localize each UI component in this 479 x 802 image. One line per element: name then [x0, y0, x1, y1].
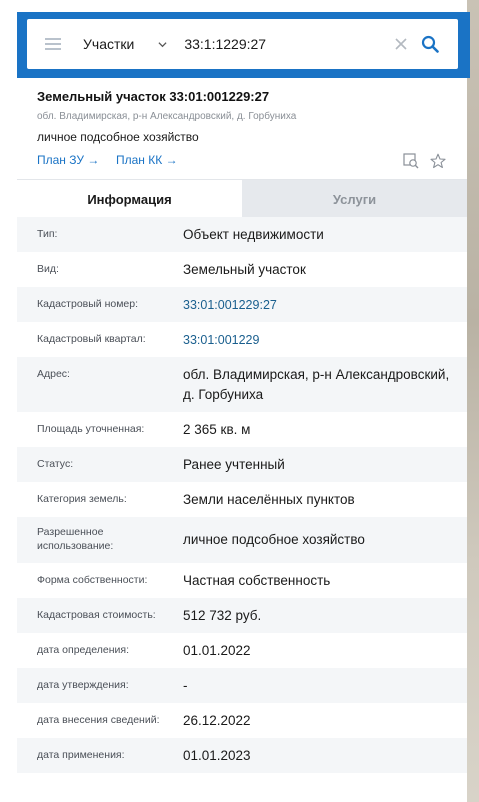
row-label: дата внесения сведений:	[37, 714, 160, 726]
row-value: 01.01.2022	[183, 643, 251, 658]
info-row-area: Площадь уточненная: 2 365 кв. м	[17, 412, 467, 447]
info-row-kind: Вид: Земельный участок	[17, 252, 467, 287]
info-row-cadastral-value: Кадастровая стоимость: 512 732 руб.	[17, 598, 467, 633]
row-value: 512 732 руб.	[183, 608, 262, 623]
info-table: Тип: Объект недвижимости Вид: Земельный …	[17, 217, 467, 773]
object-info-panel: Земельный участок 33:01:001229:27 обл. В…	[17, 78, 467, 802]
search-bar: Участки	[27, 19, 458, 69]
info-row-land-category: Категория земель: Земли населённых пункт…	[17, 482, 467, 517]
layer-select[interactable]: Участки	[83, 36, 167, 52]
row-label: Кадастровая стоимость:	[37, 609, 156, 621]
map-background[interactable]	[467, 0, 479, 802]
info-row-permitted-use: Разрешенное использование: личное подсоб…	[17, 517, 467, 563]
row-value: 26.12.2022	[183, 713, 251, 728]
info-row-determination-date: дата определения: 01.01.2022	[17, 633, 467, 668]
row-label: Вид:	[37, 263, 59, 275]
info-row-entry-date: дата внесения сведений: 26.12.2022	[17, 703, 467, 738]
cadastral-number-link[interactable]: 33:01:001229:27	[183, 295, 453, 315]
object-usage: личное подсобное хозяйство	[37, 130, 199, 144]
row-label: Форма собственности:	[37, 574, 148, 586]
row-value: 01.01.2023	[183, 748, 251, 763]
close-icon[interactable]	[395, 38, 407, 50]
plan-kk-link[interactable]: План КК →	[116, 153, 178, 167]
cadastral-quarter-link[interactable]: 33:01:001229	[183, 330, 453, 350]
row-label: дата определения:	[37, 644, 130, 656]
row-label: Кадастровый квартал:	[37, 333, 146, 345]
info-row-status: Статус: Ранее учтенный	[17, 447, 467, 482]
row-label: дата применения:	[37, 749, 125, 761]
object-address: обл. Владимирская, р-н Александровский, …	[37, 111, 297, 122]
layer-select-label: Участки	[83, 36, 135, 52]
info-row-ownership: Форма собственности: Частная собственнос…	[17, 563, 467, 598]
info-row-cadastral-quarter: Кадастровый квартал: 33:01:001229	[17, 322, 467, 357]
row-value: Земельный участок	[183, 262, 306, 277]
row-value: 2 365 кв. м	[183, 422, 251, 437]
row-label: Категория земель:	[37, 493, 127, 505]
row-label: Разрешенное использование:	[37, 526, 114, 552]
map-locate-icon[interactable]	[403, 153, 419, 169]
info-row-type: Тип: Объект недвижимости	[17, 217, 467, 252]
burger-menu-icon[interactable]	[45, 38, 61, 50]
row-label: Адрес:	[37, 368, 70, 380]
row-label: дата утверждения:	[37, 679, 129, 691]
row-value: Частная собственность	[183, 573, 331, 588]
tab-services[interactable]: Услуги	[242, 180, 467, 218]
chevron-down-icon	[158, 41, 167, 47]
row-value: -	[183, 678, 188, 693]
row-label: Тип:	[37, 228, 58, 240]
plan-zu-link[interactable]: План ЗУ →	[37, 153, 99, 167]
tab-information[interactable]: Информация	[17, 180, 242, 218]
row-value: личное подсобное хозяйство	[183, 532, 365, 547]
row-value: Ранее учтенный	[183, 457, 285, 472]
row-label: Площадь уточненная:	[37, 423, 145, 435]
info-row-application-date: дата применения: 01.01.2023	[17, 738, 467, 773]
tabs: Информация Услуги	[17, 179, 467, 218]
row-label: Кадастровый номер:	[37, 298, 139, 310]
row-value: обл. Владимирская, р-н Александровский, …	[183, 367, 450, 402]
star-icon[interactable]	[430, 153, 446, 169]
row-value: Земли населённых пунктов	[183, 492, 355, 507]
search-input[interactable]	[184, 36, 390, 52]
search-icon[interactable]	[421, 35, 440, 53]
info-row-cadastral-number: Кадастровый номер: 33:01:001229:27	[17, 287, 467, 322]
object-title: Земельный участок 33:01:001229:27	[37, 89, 270, 104]
row-label: Статус:	[37, 458, 74, 470]
row-value: Объект недвижимости	[183, 227, 324, 242]
info-row-address: Адрес: обл. Владимирская, р-н Александро…	[17, 357, 467, 412]
info-row-approval-date: дата утверждения: -	[17, 668, 467, 703]
